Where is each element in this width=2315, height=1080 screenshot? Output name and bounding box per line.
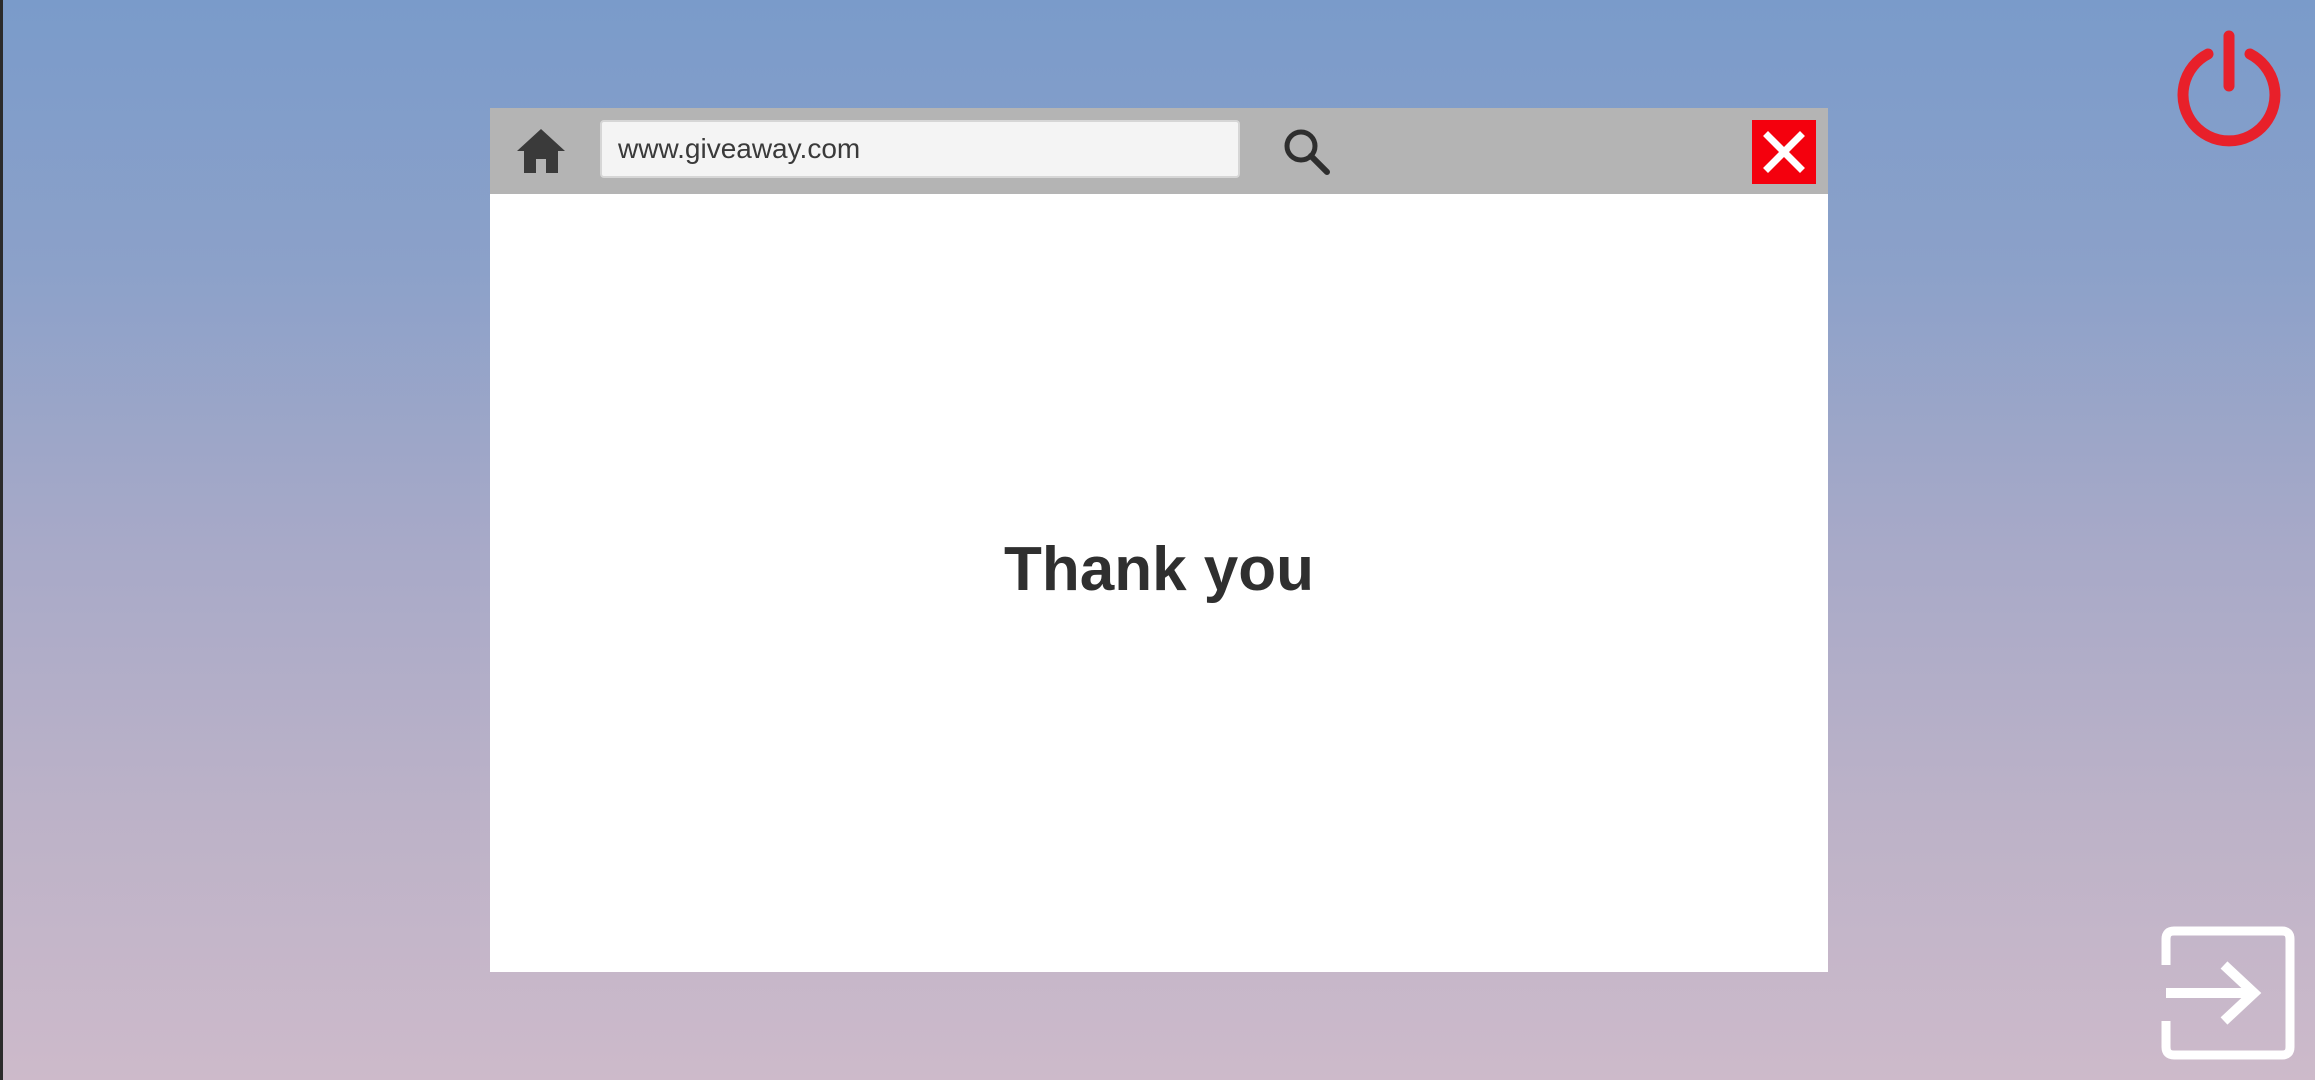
- browser-window: www.giveaway.com Thank you: [490, 108, 1828, 972]
- exit-icon: [2161, 926, 2295, 1060]
- browser-content: Thank you: [490, 194, 1828, 972]
- browser-toolbar: www.giveaway.com: [490, 108, 1828, 194]
- url-input[interactable]: www.giveaway.com: [600, 120, 1240, 178]
- home-icon: [517, 129, 565, 173]
- search-icon: [1284, 129, 1330, 175]
- screen-edge: [0, 0, 3, 1080]
- thank-you-message: Thank you: [1003, 534, 1315, 604]
- power-icon: [2177, 30, 2281, 147]
- close-icon: [1763, 131, 1805, 173]
- url-text: www.giveaway.com: [618, 133, 861, 164]
- exit-button[interactable]: [2160, 925, 2296, 1061]
- home-button[interactable]: [515, 125, 567, 177]
- power-button[interactable]: [2170, 30, 2288, 148]
- close-button[interactable]: [1752, 120, 1816, 184]
- search-button[interactable]: [1280, 125, 1334, 179]
